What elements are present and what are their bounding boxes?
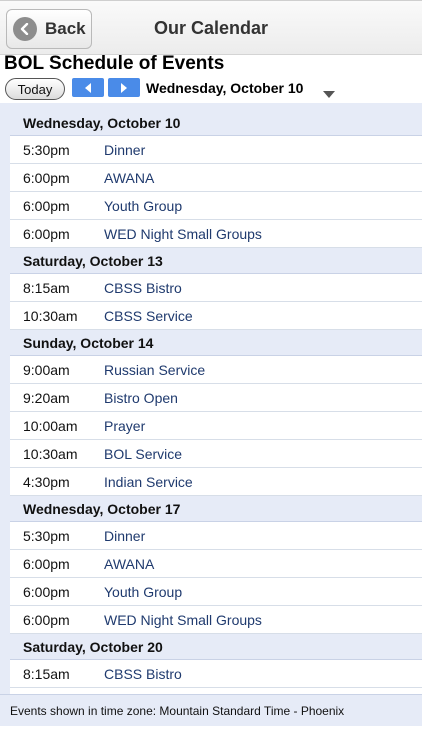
event-row[interactable]: 6:00pm Youth Group (10, 192, 422, 220)
event-title[interactable]: Russian Service (104, 362, 205, 378)
chevron-down-icon[interactable] (323, 85, 335, 103)
triangle-left-icon (85, 82, 91, 93)
event-row[interactable]: 4:30pm Indian Service (10, 468, 422, 496)
event-title[interactable]: WED Night Small Groups (104, 612, 262, 628)
list-top-margin (0, 103, 422, 110)
event-title[interactable]: Youth Group (104, 584, 182, 600)
event-time: 6:00pm (23, 611, 70, 628)
nav-title: Our Calendar (153, 18, 269, 38)
event-row[interactable]: 6:00pm AWANA (10, 164, 422, 192)
event-row[interactable]: 8:15am CBSS Bistro (10, 660, 422, 688)
event-time: 4:30pm (23, 473, 70, 490)
event-title[interactable]: CBSS Service (104, 308, 193, 324)
day-header: Saturday, October 20 (10, 634, 422, 660)
page-title: BOL Schedule of Events (4, 53, 225, 74)
navigation-bar: Back Our Calendar (0, 0, 422, 55)
event-time: 10:30am (23, 445, 78, 462)
events-list[interactable]: Wednesday, October 10 5:30pm Dinner 6:00pm A… (10, 110, 422, 694)
bottom-strip (0, 726, 422, 750)
event-title[interactable]: Dinner (104, 528, 145, 544)
day-header: Wednesday, October 10 (10, 110, 422, 136)
event-time: 10:30am (23, 307, 78, 324)
event-time: 6:00pm (23, 555, 70, 572)
event-title[interactable]: BOL Service (104, 446, 182, 462)
event-row[interactable]: 10:30am CBSS Service (10, 302, 422, 330)
event-row[interactable]: 5:30pm Dinner (10, 522, 422, 550)
list-left-margin (0, 103, 10, 694)
event-title[interactable]: Bistro Open (104, 390, 178, 406)
event-row[interactable]: 10:00am Prayer (10, 412, 422, 440)
event-title[interactable]: CBSS Bistro (104, 280, 182, 296)
event-time: 5:30pm (23, 527, 70, 544)
event-row[interactable]: 9:00am Russian Service (10, 356, 422, 384)
event-row[interactable]: 6:00pm AWANA (10, 550, 422, 578)
event-title[interactable]: Youth Group (104, 198, 182, 214)
next-day-button[interactable] (108, 78, 140, 97)
event-time: 6:00pm (23, 225, 70, 242)
event-title[interactable]: Indian Service (104, 474, 193, 490)
event-row[interactable]: 10:30am BOL Service (10, 440, 422, 468)
calendar-toolbar: Today Wednesday, October 10 (5, 78, 422, 100)
event-row[interactable]: 8:15am CBSS Bistro (10, 274, 422, 302)
event-time: 9:20am (23, 389, 70, 406)
day-header: Saturday, October 13 (10, 248, 422, 274)
event-time: 6:00pm (23, 197, 70, 214)
triangle-right-icon (121, 82, 127, 93)
timezone-footer: Events shown in time zone: Mountain Stan… (0, 694, 422, 726)
event-time: 6:00pm (23, 169, 70, 186)
event-row[interactable]: 9:20am Bistro Open (10, 384, 422, 412)
back-arrow-icon (13, 17, 37, 41)
event-row[interactable]: 6:00pm WED Night Small Groups (10, 220, 422, 248)
event-row[interactable]: 5:30pm Dinner (10, 136, 422, 164)
current-date-label[interactable]: Wednesday, October 10 (146, 80, 303, 96)
event-title[interactable]: WED Night Small Groups (104, 226, 262, 242)
event-title[interactable]: Dinner (104, 142, 145, 158)
event-time: 5:30pm (23, 141, 70, 158)
day-header: Wednesday, October 17 (10, 496, 422, 522)
event-time: 8:15am (23, 279, 70, 296)
event-title[interactable]: AWANA (104, 556, 154, 572)
back-button[interactable]: Back (6, 9, 92, 49)
timezone-text: Events shown in time zone: Mountain Stan… (10, 703, 345, 718)
event-row[interactable]: 6:00pm WED Night Small Groups (10, 606, 422, 634)
event-row[interactable]: 6:00pm Youth Group (10, 578, 422, 606)
day-header: Sunday, October 14 (10, 330, 422, 356)
event-time: 6:00pm (23, 583, 70, 600)
event-title[interactable]: Prayer (104, 418, 145, 434)
previous-day-button[interactable] (72, 78, 104, 97)
event-title[interactable]: AWANA (104, 170, 154, 186)
event-time: 9:00am (23, 361, 70, 378)
event-title[interactable]: CBSS Bistro (104, 666, 182, 682)
event-time: 10:00am (23, 417, 78, 434)
back-button-label: Back (45, 19, 86, 38)
today-button[interactable]: Today (5, 78, 65, 100)
event-time: 8:15am (23, 665, 70, 682)
